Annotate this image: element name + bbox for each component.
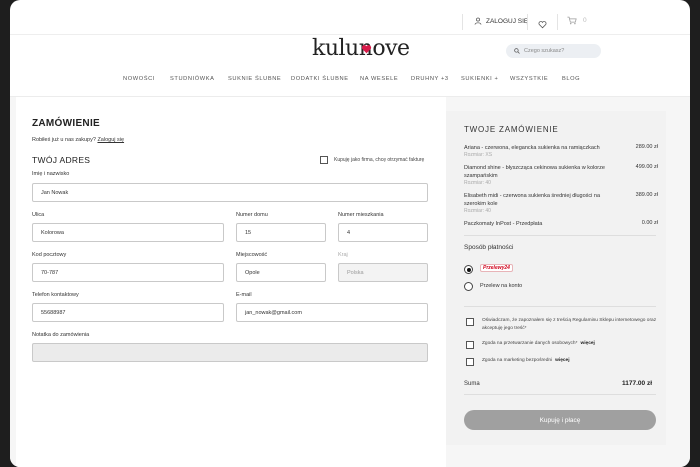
note-field[interactable] <box>32 343 428 362</box>
consent-marketing-more-link[interactable]: więcej <box>555 358 569 363</box>
login-link[interactable]: ZALOGUJ SIĘ <box>474 17 528 25</box>
search-bar[interactable]: Czego szukasz? <box>506 44 601 58</box>
nav-item-nowosci[interactable]: NOWOŚCI <box>123 76 155 82</box>
item-name: Ariana - czerwona, elegancka sukienka na… <box>464 145 600 151</box>
cart-count: 0 <box>583 17 587 24</box>
nav-item-dodatki-slubne[interactable]: DODATKI ŚLUBNE <box>291 76 349 82</box>
browser-window: ZALOGUJ SIĘ 0 kulunove Czego szukasz? NO… <box>10 0 690 467</box>
country-field: Polska <box>338 263 428 282</box>
country-label: Kraj <box>338 252 348 258</box>
phone-field[interactable]: 55688987 <box>32 303 224 322</box>
item-price: 289.00 zł <box>635 144 658 150</box>
top-bar: ZALOGUJ SIĘ 0 <box>10 10 690 34</box>
item-price: 499.00 zł <box>635 164 658 170</box>
buy-and-pay-button[interactable]: Kupuję i płacę <box>464 410 656 430</box>
login-link-inline[interactable]: Zaloguj się <box>97 137 124 143</box>
summary-title: TWOJE ZAMÓWIENIE <box>464 125 559 134</box>
total-value: 1177.00 zł <box>622 380 652 387</box>
login-question: Robiłeś już u nas zakupy? <box>32 137 96 143</box>
divider <box>464 306 656 307</box>
login-prompt: Robiłeś już u nas zakupy? Zaloguj się <box>32 137 124 143</box>
wishlist-button[interactable] <box>538 16 547 34</box>
search-icon <box>514 48 520 54</box>
item-name: Elisabeth midi - czerwona sukienka średn… <box>464 193 601 207</box>
divider <box>464 394 656 395</box>
flat-number-field[interactable]: 4 <box>338 223 428 242</box>
consent-marketing[interactable]: Zgoda na marketing bezpośredni więcej <box>466 357 570 366</box>
name-label: Imię i nazwisko <box>32 171 70 177</box>
nav-item-sukienki[interactable]: SUKIENKI + <box>461 76 498 82</box>
przelewy24-logo: Przelewy24 <box>480 264 513 272</box>
divider <box>527 14 528 30</box>
divider <box>464 235 656 236</box>
order-item: Elisabeth midi - czerwona sukienka średn… <box>464 192 664 215</box>
user-icon <box>474 17 482 25</box>
cart-icon <box>567 16 577 25</box>
nav-item-suknie-slubne[interactable]: SUKNIE ŚLUBNE <box>228 76 281 82</box>
city-field[interactable]: Opole <box>236 263 326 282</box>
nav-item-na-wesele[interactable]: NA WESELE <box>360 76 398 82</box>
consent-data-text: Zgoda na przetwarzanie danych osobowych* <box>482 341 578 346</box>
item-price: 389.00 zł <box>635 192 658 198</box>
divider <box>462 14 463 30</box>
consent-data[interactable]: Zgoda na przetwarzanie danych osobowych*… <box>466 340 595 349</box>
company-option[interactable]: Kupuję jako firma, chcę otrzymać fakturę <box>320 156 424 164</box>
nav-item-druhny[interactable]: DRUHNY +3 <box>411 76 449 82</box>
house-number-label: Numer domu <box>236 212 268 218</box>
order-item: Ariana - czerwona, elegancka sukienka na… <box>464 144 664 159</box>
shipping-name: Paczkomaty InPost - Przedpłata <box>464 221 543 227</box>
consent-terms-checkbox[interactable] <box>466 318 474 326</box>
payment-label-transfer: Przelew na konto <box>480 283 523 289</box>
postal-code-field[interactable]: 70-787 <box>32 263 224 282</box>
nav-item-studniowka[interactable]: STUDNIÓWKA <box>170 76 215 82</box>
page-title: ZAMÓWIENIE <box>32 118 100 129</box>
consent-terms-text: Oświadczam, że zapoznałem się z treścią … <box>482 318 657 331</box>
item-size: Rozmiar: 40 <box>464 208 491 214</box>
heart-icon <box>538 21 547 29</box>
note-label: Notatka do zamówienia <box>32 332 90 338</box>
house-number-field[interactable]: 15 <box>236 223 326 242</box>
consent-marketing-checkbox[interactable] <box>466 358 474 366</box>
postal-code-label: Kod pocztowy <box>32 252 67 258</box>
flat-number-label: Numer mieszkania <box>338 212 384 218</box>
payment-title: Sposób płatności <box>464 244 514 251</box>
consent-terms[interactable]: Oświadczam, że zapoznałem się z treścią … <box>466 317 658 332</box>
total-label: Suma <box>464 381 480 387</box>
logo[interactable]: kulunove <box>312 36 410 61</box>
shipping-price: 0.00 zł <box>641 220 658 226</box>
logo-heart-icon <box>361 45 372 54</box>
checkout-area: ZAMÓWIENIE Robiłeś już u nas zakupy? Zal… <box>10 97 690 467</box>
shipping-row: Paczkomaty InPost - Przedpłata 0.00 zł <box>464 220 664 228</box>
login-label: ZALOGUJ SIĘ <box>486 17 529 25</box>
payment-radio-transfer[interactable] <box>464 282 473 291</box>
cart-button[interactable]: 0 <box>567 16 587 25</box>
item-size: Rozmiar: XS <box>464 152 493 158</box>
street-field[interactable]: Kolorowa <box>32 223 224 242</box>
address-title: TWÓJ ADRES <box>32 155 91 165</box>
order-item: Diamond shine - błyszcząca cekinowa suki… <box>464 164 664 187</box>
company-checkbox[interactable] <box>320 156 328 164</box>
item-size: Rozmiar: 40 <box>464 180 491 186</box>
item-name: Diamond shine - błyszcząca cekinowa suki… <box>464 165 605 179</box>
city-label: Miejscowość <box>236 252 268 258</box>
divider <box>10 34 690 35</box>
email-field[interactable]: jan_nowak@gmail.com <box>236 303 428 322</box>
consent-data-checkbox[interactable] <box>466 341 474 349</box>
divider <box>557 14 558 30</box>
nav-item-wszystkie[interactable]: WSZYSTKIE <box>510 76 548 82</box>
company-label: Kupuję jako firma, chcę otrzymać fakturę <box>334 157 425 163</box>
name-field[interactable]: Jan Nowak <box>32 183 428 202</box>
consent-data-more-link[interactable]: więcej <box>580 341 594 346</box>
street-label: Ulica <box>32 212 45 218</box>
order-summary: TWOJE ZAMÓWIENIE Ariana - czerwona, eleg… <box>446 111 666 445</box>
search-input[interactable]: Czego szukasz? <box>524 48 564 54</box>
address-form: ZAMÓWIENIE Robiłeś już u nas zakupy? Zal… <box>16 97 446 467</box>
phone-label: Telefon kontaktowy <box>32 292 79 298</box>
nav-item-blog[interactable]: BLOG <box>562 76 580 82</box>
consent-marketing-text: Zgoda na marketing bezpośredni <box>482 358 553 363</box>
email-label: E-mail <box>236 292 252 298</box>
payment-radio-przelewy24[interactable] <box>464 265 473 274</box>
